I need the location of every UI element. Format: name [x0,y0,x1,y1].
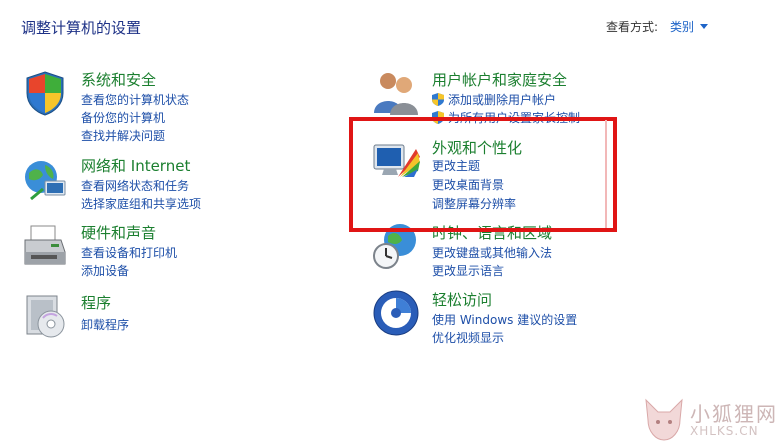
link-windows-recommended[interactable]: 使用 Windows 建议的设置 [432,311,577,328]
category-title-network-internet[interactable]: 网络和 Internet [81,155,190,176]
highlight-box [349,117,617,232]
uac-shield-icon [432,93,444,106]
view-by-label: 查看方式: [606,20,659,34]
link-check-computer-status[interactable]: 查看您的计算机状态 [81,91,189,108]
page-title: 调整计算机的设置 [21,19,142,37]
category-title-programs[interactable]: 程序 [81,292,111,313]
link-change-keyboard[interactable]: 更改键盘或其他输入法 [432,244,552,261]
shield-flag-icon [26,71,64,116]
link-optimize-display[interactable]: 优化视频显示 [432,329,504,346]
link-backup-computer[interactable]: 备份您的计算机 [81,109,165,126]
link-add-remove-accounts[interactable]: 添加或删除用户帐户 [432,91,556,108]
chevron-down-icon [700,24,709,29]
link-label: 添加或删除用户帐户 [448,93,557,107]
link-homegroup-sharing[interactable]: 选择家庭组和共享选项 [81,195,201,212]
network-globe-icon [25,161,66,201]
link-add-device[interactable]: 添加设备 [81,262,129,279]
ease-of-access-icon [373,290,419,336]
link-troubleshoot[interactable]: 查找并解决问题 [81,127,165,144]
users-icon [374,73,418,115]
link-devices-printers[interactable]: 查看设备和打印机 [81,244,177,261]
fox-logo-icon [645,398,683,441]
link-uninstall-program[interactable]: 卸载程序 [81,316,129,333]
view-mode-value: 类别 [670,20,695,34]
category-title-ease-of-access[interactable]: 轻松访问 [432,289,492,310]
category-title-hardware-sound[interactable]: 硬件和声音 [81,222,156,243]
view-mode-dropdown[interactable]: 类别 [670,18,709,35]
program-disc-icon [26,295,65,338]
watermark-text: 小狐狸网 [690,402,778,426]
category-title-system-security[interactable]: 系统和安全 [81,69,156,90]
highlight-line [605,120,607,228]
watermark-domain: XHLKS.CN [690,424,759,438]
link-view-network-status[interactable]: 查看网络状态和任务 [81,177,189,194]
printer-icon [24,225,66,265]
category-title-user-accounts[interactable]: 用户帐户和家庭安全 [432,69,567,90]
link-change-display-language[interactable]: 更改显示语言 [432,262,504,279]
